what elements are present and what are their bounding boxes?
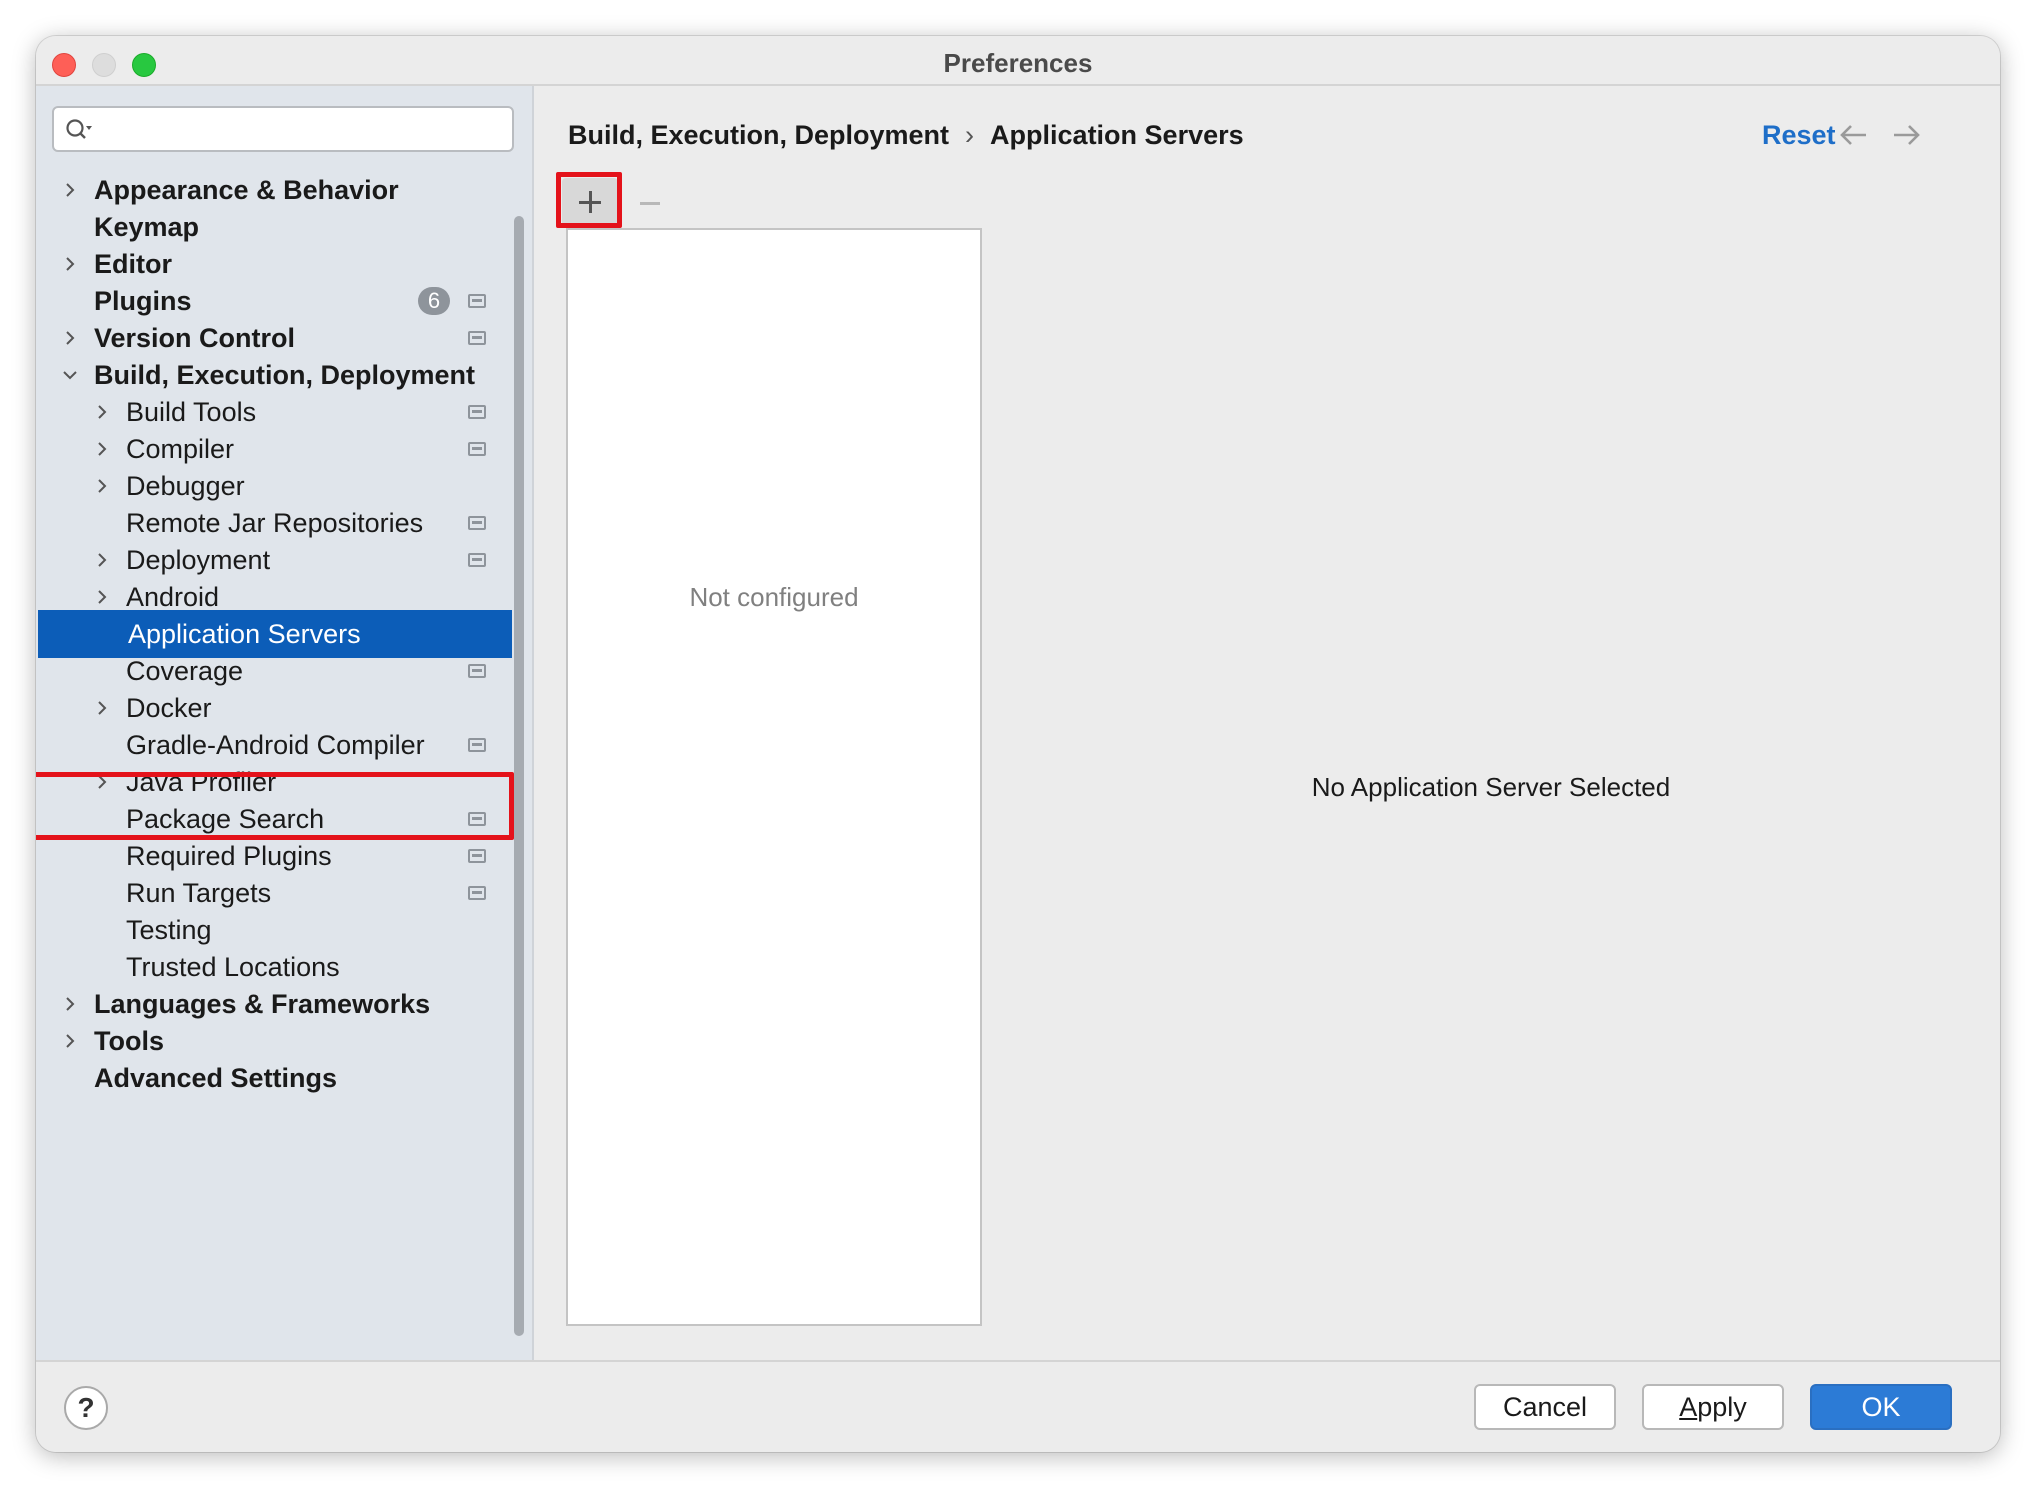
search-box[interactable] — [52, 106, 514, 152]
apply-button[interactable]: Apply — [1642, 1384, 1784, 1430]
breadcrumb-separator: › — [965, 120, 975, 150]
chevron-right-icon[interactable] — [62, 996, 78, 1012]
preferences-window: Preferences Appearance & Behavior Keymap E… — [36, 36, 2000, 1452]
chevron-right-icon[interactable] — [94, 478, 110, 494]
sidebar-scrollbar[interactable] — [512, 216, 526, 1336]
window-title: Preferences — [943, 48, 1093, 78]
title-bar: Preferences — [36, 36, 2000, 86]
cancel-button[interactable]: Cancel — [1474, 1384, 1616, 1430]
forward-arrow-icon[interactable] — [1888, 118, 1924, 152]
server-list[interactable]: Not configured — [566, 228, 982, 1326]
project-level-icon — [468, 553, 486, 567]
project-level-icon — [468, 886, 486, 900]
chevron-right-icon[interactable] — [62, 330, 78, 346]
project-level-icon — [468, 405, 486, 419]
project-level-icon — [468, 664, 486, 678]
sidebar-item-advanced-settings[interactable]: Advanced Settings — [36, 1054, 516, 1102]
chevron-right-icon[interactable] — [94, 700, 110, 716]
project-level-icon — [468, 516, 486, 530]
project-level-icon — [468, 331, 486, 345]
chevron-right-icon[interactable] — [62, 1033, 78, 1049]
project-level-icon — [468, 294, 486, 308]
server-list-empty-text: Not configured — [689, 582, 859, 612]
chevron-right-icon[interactable] — [94, 589, 110, 605]
chevron-right-icon[interactable] — [62, 182, 78, 198]
chevron-right-icon[interactable] — [62, 256, 78, 272]
dialog-footer: ? Cancel Apply OK — [36, 1360, 2000, 1452]
chevron-right-icon[interactable] — [94, 774, 110, 790]
chevron-right-icon[interactable] — [94, 441, 110, 457]
project-level-icon — [468, 849, 486, 863]
settings-sidebar: Appearance & Behavior Keymap Editor Plugins… — [36, 86, 534, 1360]
chevron-down-icon[interactable] — [62, 367, 78, 383]
chevron-right-icon[interactable] — [94, 404, 110, 420]
breadcrumb: Build, Execution, Deployment › Application… — [568, 120, 1244, 151]
detail-empty-text: No Application Server Selected — [1311, 772, 1671, 802]
help-button[interactable]: ? — [64, 1386, 108, 1430]
reset-link[interactable]: Reset — [1762, 120, 1836, 151]
add-server-button[interactable] — [562, 178, 618, 226]
sidebar-item-label: Advanced Settings — [94, 1063, 338, 1093]
sidebar-scrollbar-thumb[interactable] — [514, 216, 524, 1336]
back-arrow-icon[interactable] — [1836, 118, 1872, 152]
main-panel: Build, Execution, Deployment › Application… — [536, 86, 2000, 1360]
breadcrumb-parent[interactable]: Build, Execution, Deployment — [568, 120, 949, 150]
updates-count-badge: 6 — [418, 287, 450, 315]
search-input[interactable] — [102, 112, 502, 146]
search-icon — [66, 119, 92, 139]
remove-server-button[interactable] — [632, 182, 668, 222]
project-level-icon — [468, 812, 486, 826]
project-level-icon — [468, 738, 486, 752]
ok-button[interactable]: OK — [1810, 1384, 1952, 1430]
project-level-icon — [468, 442, 486, 456]
chevron-right-icon[interactable] — [94, 552, 110, 568]
breadcrumb-current: Application Servers — [990, 120, 1244, 150]
